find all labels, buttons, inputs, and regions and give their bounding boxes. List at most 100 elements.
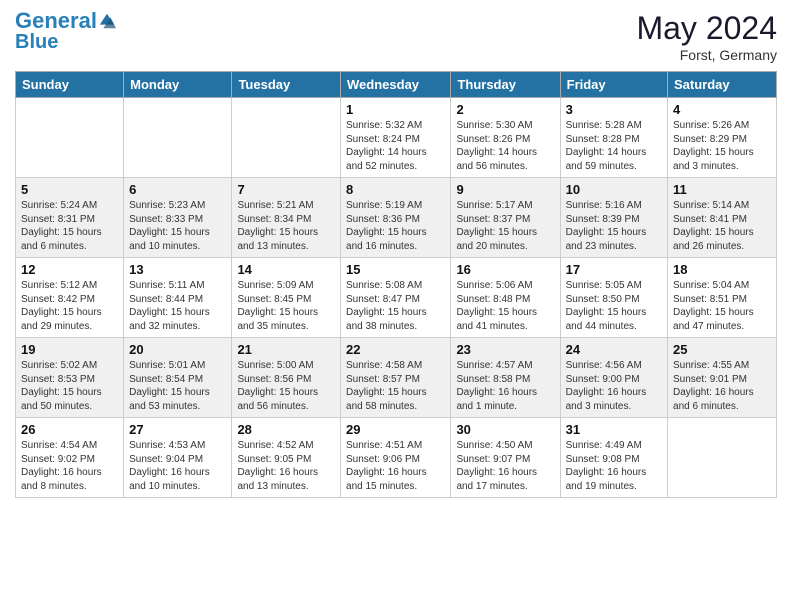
weekday-header-wednesday: Wednesday <box>341 72 451 98</box>
day-number: 27 <box>129 422 226 437</box>
calendar-cell: 11 Sunrise: 5:14 AM Sunset: 8:41 PM Dayli… <box>668 178 777 258</box>
calendar-cell: 12Sunrise: 5:12 AM Sunset: 8:42 PM Dayli… <box>16 258 124 338</box>
day-info: Sunrise: 5:32 AM Sunset: 8:24 PM Dayligh… <box>346 119 445 173</box>
day-info: Sunrise: 5:00 AM Sunset: 8:56 PM Dayligh… <box>237 359 335 413</box>
day-info: Sunrise: 4:53 AM Sunset: 9:04 PM Dayligh… <box>129 439 226 493</box>
day-number: 28 <box>237 422 335 437</box>
day-number: 24 <box>566 342 662 357</box>
page: General Blue May 2024 Forst, Germany Sun… <box>0 0 792 612</box>
day-number: 21 <box>237 342 335 357</box>
logo-icon <box>98 12 116 30</box>
day-number: 22 <box>346 342 445 357</box>
day-info: Sunrise: 5:24 AM Sunset: 8:31 PM Dayligh… <box>21 199 118 253</box>
day-number: 9 <box>456 182 554 197</box>
title-block: May 2024 Forst, Germany <box>636 10 777 63</box>
calendar-cell: 9 Sunrise: 5:17 AM Sunset: 8:37 PM Daylig… <box>451 178 560 258</box>
day-number: 13 <box>129 262 226 277</box>
weekday-header-thursday: Thursday <box>451 72 560 98</box>
day-info: Sunrise: 5:19 AM Sunset: 8:36 PM Dayligh… <box>346 199 445 253</box>
day-number: 25 <box>673 342 771 357</box>
day-number: 29 <box>346 422 445 437</box>
day-number: 18 <box>673 262 771 277</box>
calendar-cell: 23Sunrise: 4:57 AM Sunset: 8:58 PM Dayli… <box>451 338 560 418</box>
calendar-cell <box>124 98 232 178</box>
calendar-cell: 13 Sunrise: 5:11 AM Sunset: 8:44 PM Dayli… <box>124 258 232 338</box>
day-info: Sunrise: 4:50 AM Sunset: 9:07 PM Dayligh… <box>456 439 554 493</box>
day-number: 17 <box>566 262 662 277</box>
calendar-cell: 2Sunrise: 5:30 AM Sunset: 8:26 PM Daylig… <box>451 98 560 178</box>
calendar-table: SundayMondayTuesdayWednesdayThursdayFrid… <box>15 71 777 498</box>
day-info: Sunrise: 5:14 AM Sunset: 8:41 PM Dayligh… <box>673 199 771 253</box>
calendar-cell: 5 Sunrise: 5:24 AM Sunset: 8:31 PM Daylig… <box>16 178 124 258</box>
day-number: 8 <box>346 182 445 197</box>
day-info: Sunrise: 4:57 AM Sunset: 8:58 PM Dayligh… <box>456 359 554 413</box>
day-number: 5 <box>21 182 118 197</box>
day-number: 11 <box>673 182 771 197</box>
calendar-cell: 15Sunrise: 5:08 AM Sunset: 8:47 PM Dayli… <box>341 258 451 338</box>
day-number: 10 <box>566 182 662 197</box>
calendar-cell: 18 Sunrise: 5:04 AM Sunset: 8:51 PM Dayli… <box>668 258 777 338</box>
day-info: Sunrise: 5:26 AM Sunset: 8:29 PM Dayligh… <box>673 119 771 173</box>
day-number: 30 <box>456 422 554 437</box>
day-info: Sunrise: 5:09 AM Sunset: 8:45 PM Dayligh… <box>237 279 335 333</box>
calendar-cell: 7 Sunrise: 5:21 AM Sunset: 8:34 PM Daylig… <box>232 178 341 258</box>
month-title: May 2024 <box>636 10 777 47</box>
calendar-cell: 14 Sunrise: 5:09 AM Sunset: 8:45 PM Dayli… <box>232 258 341 338</box>
calendar-cell: 25 Sunrise: 4:55 AM Sunset: 9:01 PM Dayli… <box>668 338 777 418</box>
day-info: Sunrise: 4:49 AM Sunset: 9:08 PM Dayligh… <box>566 439 662 493</box>
weekday-header-row: SundayMondayTuesdayWednesdayThursdayFrid… <box>16 72 777 98</box>
day-info: Sunrise: 5:04 AM Sunset: 8:51 PM Dayligh… <box>673 279 771 333</box>
calendar-cell <box>232 98 341 178</box>
calendar-cell: 1Sunrise: 5:32 AM Sunset: 8:24 PM Daylig… <box>341 98 451 178</box>
calendar-cell: 19 Sunrise: 5:02 AM Sunset: 8:53 PM Dayli… <box>16 338 124 418</box>
week-row-2: 5 Sunrise: 5:24 AM Sunset: 8:31 PM Daylig… <box>16 178 777 258</box>
day-number: 15 <box>346 262 445 277</box>
weekday-header-tuesday: Tuesday <box>232 72 341 98</box>
day-number: 31 <box>566 422 662 437</box>
location: Forst, Germany <box>636 47 777 63</box>
day-info: Sunrise: 5:11 AM Sunset: 8:44 PM Dayligh… <box>129 279 226 333</box>
week-row-1: 1Sunrise: 5:32 AM Sunset: 8:24 PM Daylig… <box>16 98 777 178</box>
weekday-header-friday: Friday <box>560 72 667 98</box>
calendar-cell: 16 Sunrise: 5:06 AM Sunset: 8:48 PM Dayli… <box>451 258 560 338</box>
day-number: 3 <box>566 102 662 117</box>
day-info: Sunrise: 5:06 AM Sunset: 8:48 PM Dayligh… <box>456 279 554 333</box>
day-number: 7 <box>237 182 335 197</box>
day-number: 16 <box>456 262 554 277</box>
day-info: Sunrise: 5:02 AM Sunset: 8:53 PM Dayligh… <box>21 359 118 413</box>
calendar-cell: 6 Sunrise: 5:23 AM Sunset: 8:33 PM Daylig… <box>124 178 232 258</box>
day-number: 2 <box>456 102 554 117</box>
calendar-cell <box>668 418 777 498</box>
weekday-header-saturday: Saturday <box>668 72 777 98</box>
calendar-cell: 29 Sunrise: 4:51 AM Sunset: 9:06 PM Dayli… <box>341 418 451 498</box>
calendar-cell: 24Sunrise: 4:56 AM Sunset: 9:00 PM Dayli… <box>560 338 667 418</box>
day-info: Sunrise: 5:21 AM Sunset: 8:34 PM Dayligh… <box>237 199 335 253</box>
day-info: Sunrise: 5:12 AM Sunset: 8:42 PM Dayligh… <box>21 279 118 333</box>
day-info: Sunrise: 4:55 AM Sunset: 9:01 PM Dayligh… <box>673 359 771 413</box>
calendar-cell: 10 Sunrise: 5:16 AM Sunset: 8:39 PM Dayli… <box>560 178 667 258</box>
calendar-cell: 8 Sunrise: 5:19 AM Sunset: 8:36 PM Daylig… <box>341 178 451 258</box>
week-row-5: 26Sunrise: 4:54 AM Sunset: 9:02 PM Dayli… <box>16 418 777 498</box>
logo-subtext: Blue <box>15 32 116 52</box>
day-info: Sunrise: 5:16 AM Sunset: 8:39 PM Dayligh… <box>566 199 662 253</box>
calendar-cell: 4 Sunrise: 5:26 AM Sunset: 8:29 PM Daylig… <box>668 98 777 178</box>
calendar-cell: 17 Sunrise: 5:05 AM Sunset: 8:50 PM Dayli… <box>560 258 667 338</box>
day-info: Sunrise: 4:58 AM Sunset: 8:57 PM Dayligh… <box>346 359 445 413</box>
calendar-cell: 3Sunrise: 5:28 AM Sunset: 8:28 PM Daylig… <box>560 98 667 178</box>
day-info: Sunrise: 5:23 AM Sunset: 8:33 PM Dayligh… <box>129 199 226 253</box>
day-number: 19 <box>21 342 118 357</box>
calendar-cell: 21 Sunrise: 5:00 AM Sunset: 8:56 PM Dayli… <box>232 338 341 418</box>
week-row-3: 12Sunrise: 5:12 AM Sunset: 8:42 PM Dayli… <box>16 258 777 338</box>
day-info: Sunrise: 4:51 AM Sunset: 9:06 PM Dayligh… <box>346 439 445 493</box>
day-number: 14 <box>237 262 335 277</box>
day-info: Sunrise: 5:05 AM Sunset: 8:50 PM Dayligh… <box>566 279 662 333</box>
day-info: Sunrise: 4:54 AM Sunset: 9:02 PM Dayligh… <box>21 439 118 493</box>
day-info: Sunrise: 5:17 AM Sunset: 8:37 PM Dayligh… <box>456 199 554 253</box>
logo: General Blue <box>15 10 116 52</box>
day-number: 4 <box>673 102 771 117</box>
day-number: 20 <box>129 342 226 357</box>
day-number: 6 <box>129 182 226 197</box>
day-info: Sunrise: 4:52 AM Sunset: 9:05 PM Dayligh… <box>237 439 335 493</box>
calendar-cell <box>16 98 124 178</box>
calendar-cell: 31 Sunrise: 4:49 AM Sunset: 9:08 PM Dayli… <box>560 418 667 498</box>
